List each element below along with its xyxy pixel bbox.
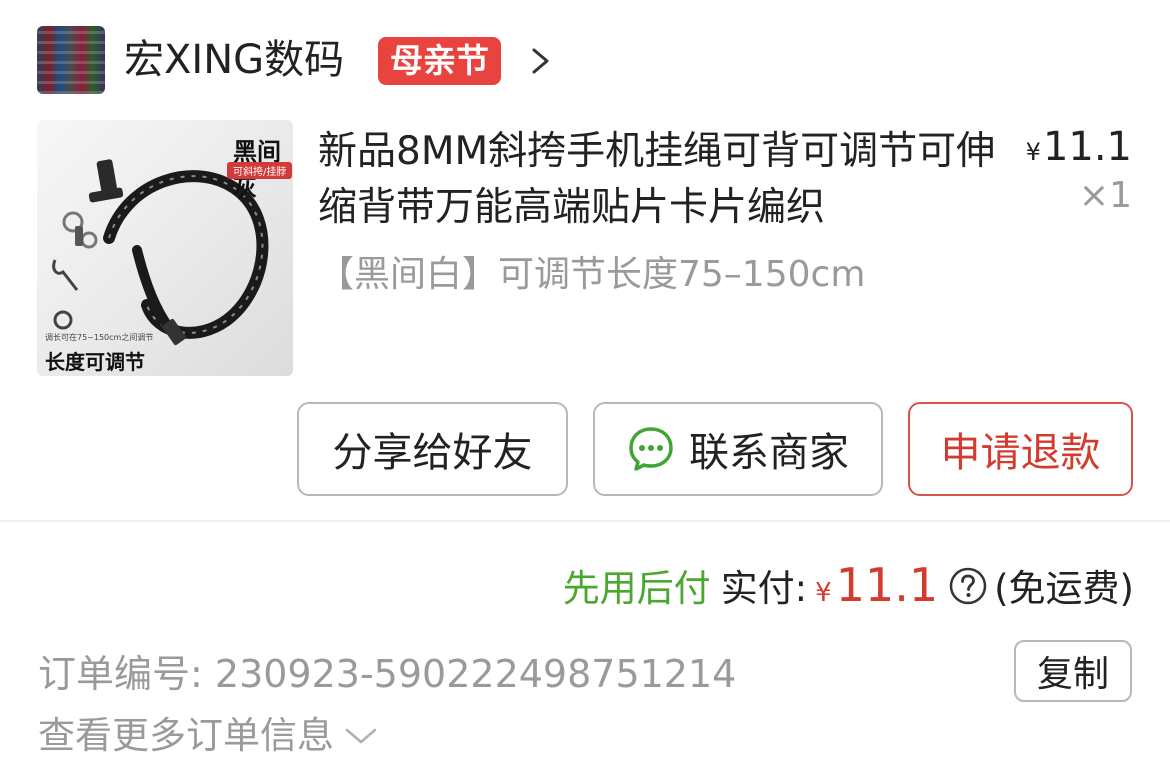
help-circle-icon[interactable] (948, 566, 988, 606)
paid-amount: 11.1 (835, 558, 939, 612)
order-number-value: 230923-590222498751214 (214, 652, 737, 696)
pay-later-label[interactable]: 先用后付 (563, 558, 711, 612)
product-title[interactable]: 新品8MM斜挎手机挂绳可背可调节可伸缩背带万能高端贴片卡片编织 (318, 124, 1008, 236)
shop-name[interactable]: 宏XING数码 (124, 34, 344, 86)
contact-seller-button[interactable]: 联系商家 (593, 402, 883, 496)
refund-button-label: 申请退款 (940, 430, 1101, 476)
chevron-right-icon[interactable] (528, 45, 554, 77)
payment-summary: 先用后付 实付: ¥ 11.1 (免运费) (563, 558, 1134, 614)
chevron-down-icon (345, 728, 377, 744)
festival-badge: 母亲节 (378, 37, 501, 85)
shop-avatar[interactable] (37, 26, 105, 94)
image-caption-tag: 可斜挎/挂脖 (227, 162, 293, 179)
product-image[interactable]: 黑间灰 可斜挎/挂脖 调长可在75~150cm之间调节 长度可调节 (37, 120, 293, 376)
unit-price: ¥11.1 (1026, 120, 1132, 174)
copy-button-label: 复制 (1036, 654, 1109, 695)
share-button-label: 分享给好友 (332, 430, 533, 476)
share-button[interactable]: 分享给好友 (297, 402, 568, 496)
order-number-label: 订单编号: (38, 652, 203, 696)
section-divider (0, 520, 1170, 522)
paid-currency: ¥ (815, 578, 832, 608)
more-order-info[interactable]: 查看更多订单信息 (38, 710, 378, 762)
shipping-note: (免运费) (994, 567, 1134, 610)
price-value: 11.1 (1042, 124, 1132, 170)
more-order-info-label: 查看更多订单信息 (38, 714, 334, 757)
image-caption-note: 调长可在75~150cm之间调节 (45, 333, 154, 342)
copy-button[interactable]: 复制 (1014, 640, 1132, 702)
chat-bubble-icon (629, 427, 673, 471)
price-currency: ¥ (1025, 138, 1041, 166)
contact-seller-label: 联系商家 (689, 430, 849, 476)
order-number: 订单编号: 230923-590222498751214 (38, 648, 736, 700)
product-spec: 【黑间白】可调节长度75–150cm (318, 254, 866, 295)
quantity: ×1 (1078, 175, 1132, 216)
refund-button[interactable]: 申请退款 (908, 402, 1133, 496)
image-caption-bottom: 长度可调节 (45, 350, 145, 374)
paid-label: 实付: (720, 567, 808, 610)
